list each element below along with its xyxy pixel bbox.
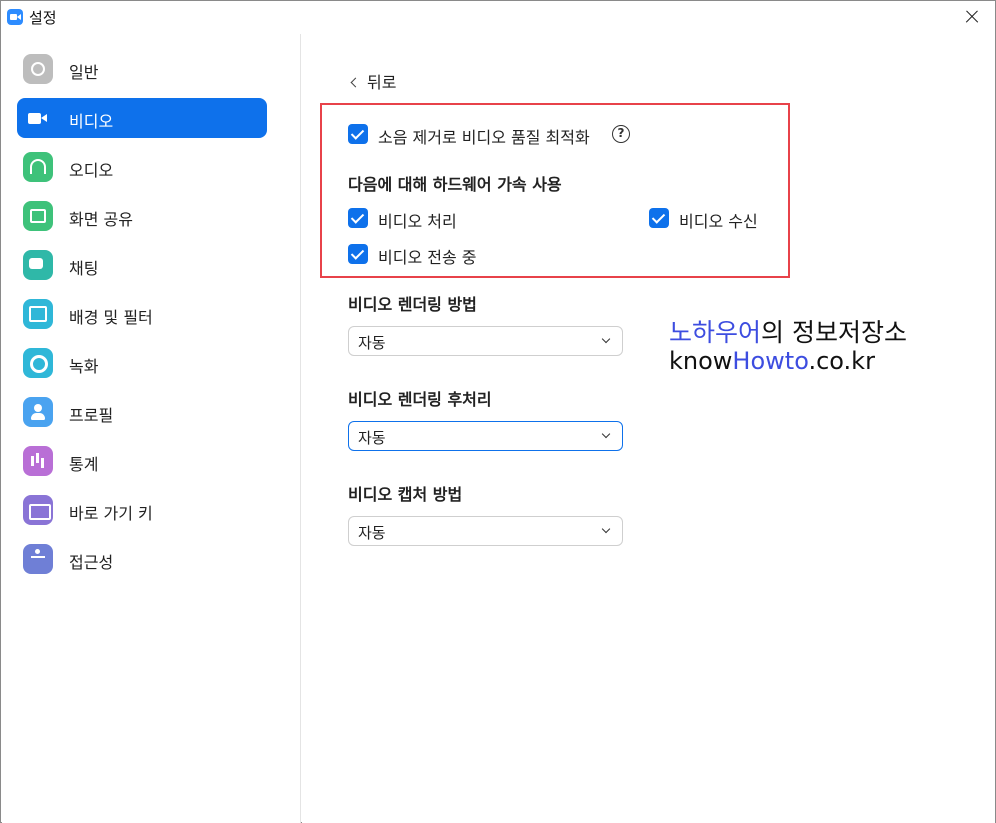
sidebar-item-profile[interactable]: 프로필 — [17, 392, 267, 432]
watermark-url-suffix: .co.kr — [808, 347, 875, 375]
capture-method-select[interactable]: 자동 — [348, 516, 623, 546]
headphones-icon — [23, 152, 53, 182]
video-processing-checkbox[interactable] — [348, 208, 368, 228]
sidebar-item-label: 프로필 — [69, 406, 114, 425]
hw-accel-title: 다음에 대해 하드웨어 가속 사용 — [348, 175, 562, 194]
rendering-post-select[interactable]: 자동 — [348, 421, 623, 451]
sidebar-item-shortcuts[interactable]: 바로 가기 키 — [17, 490, 267, 530]
record-icon — [23, 348, 53, 378]
chat-icon — [23, 250, 53, 280]
sidebar-item-label: 비디오 — [69, 112, 114, 131]
sidebar-item-label: 통계 — [69, 455, 99, 474]
chevron-down-icon — [601, 334, 611, 344]
sidebar-item-background[interactable]: 배경 및 필터 — [17, 294, 267, 334]
chevron-down-icon — [601, 524, 611, 534]
sidebar-item-recording[interactable]: 녹화 — [17, 343, 267, 383]
rendering-method-value: 자동 — [358, 334, 386, 352]
sidebar-item-label: 배경 및 필터 — [69, 308, 153, 327]
statistics-icon — [23, 446, 53, 476]
video-sending-checkbox[interactable] — [348, 244, 368, 264]
screen-share-icon — [23, 201, 53, 231]
video-camera-icon — [23, 103, 53, 133]
settings-sidebar: 일반 비디오 오디오 화면 공유 채팅 배경 및 필터 녹화 프로필 통계 바로… — [2, 34, 301, 823]
rendering-post-title: 비디오 렌더링 후처리 — [348, 390, 492, 409]
rendering-post-value: 자동 — [358, 429, 386, 447]
sidebar-item-label: 접근성 — [69, 553, 114, 572]
chevron-down-icon — [601, 429, 611, 439]
video-sending-label: 비디오 전송 중 — [378, 248, 477, 267]
capture-method-value: 자동 — [358, 524, 386, 542]
video-receiving-label: 비디오 수신 — [679, 212, 758, 231]
watermark-tagline: 의 정보저장소 — [761, 318, 907, 347]
sidebar-item-screen-share[interactable]: 화면 공유 — [17, 196, 267, 236]
video-processing-label: 비디오 처리 — [378, 212, 457, 231]
title-bar: 설정 — [1, 1, 995, 33]
chevron-left-icon — [350, 77, 361, 88]
zoom-app-icon — [7, 9, 23, 25]
video-receiving-checkbox[interactable] — [649, 208, 669, 228]
profile-icon — [23, 397, 53, 427]
noise-optimize-label: 소음 제거로 비디오 품질 최적화 — [378, 128, 590, 147]
sidebar-item-statistics[interactable]: 통계 — [17, 441, 267, 481]
sidebar-item-accessibility[interactable]: 접근성 — [17, 539, 267, 579]
watermark-line-1: 노하우어의 정보저장소 — [669, 313, 907, 349]
sidebar-item-label: 화면 공유 — [69, 210, 133, 229]
watermark-brand: 노하우어 — [669, 318, 762, 347]
watermark-url-prefix: know — [669, 347, 733, 375]
sidebar-item-label: 일반 — [69, 63, 99, 82]
sidebar-item-label: 채팅 — [69, 259, 99, 278]
background-icon — [23, 299, 53, 329]
settings-window: 설정 일반 비디오 오디오 화면 공유 채팅 배경 및 필터 녹화 프로필 통계… — [0, 0, 996, 823]
settings-content: 뒤로 소음 제거로 비디오 품질 최적화 ? 다음에 대해 하드웨어 가속 사용… — [302, 34, 995, 823]
window-title: 설정 — [29, 9, 57, 27]
close-icon[interactable] — [953, 3, 989, 31]
rendering-method-select[interactable]: 자동 — [348, 326, 623, 356]
capture-method-title: 비디오 캡처 방법 — [348, 485, 463, 504]
sidebar-item-label: 오디오 — [69, 161, 114, 180]
watermark-line-2: knowHowto.co.kr — [669, 347, 875, 375]
help-icon[interactable]: ? — [612, 125, 630, 143]
back-label: 뒤로 — [367, 73, 397, 92]
rendering-method-title: 비디오 렌더링 방법 — [348, 295, 477, 314]
back-link[interactable]: 뒤로 — [350, 69, 397, 93]
gear-icon — [23, 54, 53, 84]
sidebar-item-label: 녹화 — [69, 357, 99, 376]
sidebar-item-label: 바로 가기 키 — [69, 504, 153, 523]
watermark-url-brand: Howto — [732, 347, 809, 375]
sidebar-item-video[interactable]: 비디오 — [17, 98, 267, 138]
accessibility-icon — [23, 544, 53, 574]
sidebar-item-general[interactable]: 일반 — [17, 49, 267, 89]
sidebar-item-audio[interactable]: 오디오 — [17, 147, 267, 187]
noise-optimize-checkbox[interactable] — [348, 124, 368, 144]
sidebar-item-chat[interactable]: 채팅 — [17, 245, 267, 285]
keyboard-icon — [23, 495, 53, 525]
